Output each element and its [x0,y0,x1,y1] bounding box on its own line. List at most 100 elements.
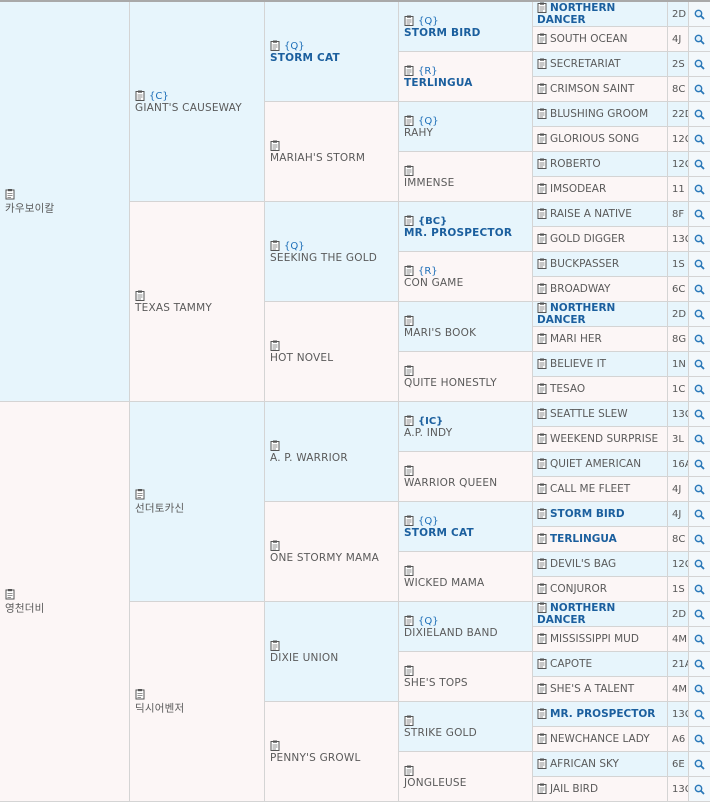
clipboard-icon[interactable] [537,733,547,744]
pedigree-cell-gen4[interactable]: {Q} STORM CAT [399,502,533,552]
clipboard-icon[interactable] [135,488,145,499]
clipboard-icon[interactable] [404,765,414,776]
horse-name[interactable]: DEVIL'S BAG [550,558,616,570]
pedigree-cell-gen5[interactable]: IMSODEAR [533,177,668,202]
pedigree-cell-gen5[interactable]: TESAO [533,377,668,402]
horse-name[interactable]: NORTHERN DANCER [537,302,615,326]
horse-name[interactable]: SOUTH OCEAN [550,33,628,45]
horse-name[interactable]: SEATTLE SLEW [550,408,628,420]
pedigree-cell-gen5[interactable]: CRIMSON SAINT [533,77,668,102]
horse-name[interactable]: STORM BIRD [550,508,625,520]
pedigree-cell-gen5[interactable]: NORTHERN DANCER [533,302,668,327]
pedigree-cell-gen4[interactable]: {R} TERLINGUA [399,52,533,102]
pedigree-cell-gen3[interactable]: A. P. WARRIOR [265,402,399,502]
horse-name[interactable]: RAISE A NATIVE [550,208,632,220]
pedigree-cell-gen5[interactable]: TERLINGUA [533,527,668,552]
pedigree-cell-gen4[interactable]: JONGLEUSE [399,752,533,802]
clipboard-icon[interactable] [537,258,547,269]
pedigree-cell-gen5[interactable]: CALL ME FLEET [533,477,668,502]
horse-name[interactable]: ONE STORMY MAMA [270,552,396,564]
clipboard-icon[interactable] [270,540,280,551]
horse-name[interactable]: TEXAS TAMMY [135,302,262,314]
clipboard-icon[interactable] [537,358,547,369]
horse-name[interactable]: MISSISSIPPI MUD [550,633,639,645]
pedigree-cell-gen5[interactable]: BLUSHING GROOM [533,102,668,127]
pedigree-cell-gen5[interactable]: BROADWAY [533,277,668,302]
clipboard-icon[interactable] [537,133,547,144]
clipboard-icon[interactable] [135,90,145,101]
magnifier-icon[interactable] [689,577,710,602]
magnifier-icon[interactable] [689,427,710,452]
clipboard-icon[interactable] [537,208,547,219]
pedigree-cell-gen5[interactable]: RAISE A NATIVE [533,202,668,227]
horse-name[interactable]: PENNY'S GROWL [270,752,396,764]
horse-name[interactable]: 영천더비 [5,600,127,615]
magnifier-icon[interactable] [689,452,710,477]
horse-name[interactable]: CON GAME [404,277,530,289]
horse-name[interactable]: WICKED MAMA [404,577,530,589]
pedigree-cell-gen5[interactable]: MR. PROSPECTOR [533,702,668,727]
horse-name[interactable]: STORM CAT [270,52,396,64]
clipboard-icon[interactable] [270,40,280,51]
magnifier-icon[interactable] [689,377,710,402]
magnifier-icon[interactable] [689,527,710,552]
clipboard-icon[interactable] [404,615,414,626]
magnifier-icon[interactable] [689,152,710,177]
magnifier-icon[interactable] [689,652,710,677]
clipboard-icon[interactable] [404,65,414,76]
clipboard-icon[interactable] [404,215,414,226]
magnifier-icon[interactable] [689,702,710,727]
horse-name[interactable]: TESAO [550,383,585,395]
pedigree-cell-gen5[interactable]: DEVIL'S BAG [533,552,668,577]
clipboard-icon[interactable] [537,633,547,644]
magnifier-icon[interactable] [689,227,710,252]
clipboard-icon[interactable] [404,365,414,376]
magnifier-icon[interactable] [689,477,710,502]
pedigree-cell-gen4[interactable]: {BC} MR. PROSPECTOR [399,202,533,252]
clipboard-icon[interactable] [537,583,547,594]
horse-name[interactable]: RAHY [404,127,530,139]
horse-name[interactable]: CAPOTE [550,658,592,670]
horse-name[interactable]: TERLINGUA [404,77,530,89]
pedigree-cell-gen3[interactable]: PENNY'S GROWL [265,702,399,802]
horse-name[interactable]: SHE'S A TALENT [550,683,634,695]
pedigree-cell-gen3[interactable]: MARIAH'S STORM [265,102,399,202]
horse-name[interactable]: DIXIELAND BAND [404,627,530,639]
clipboard-icon[interactable] [537,383,547,394]
clipboard-icon[interactable] [537,233,547,244]
pedigree-cell-gen1[interactable]: 영천더비 [0,402,130,802]
horse-name[interactable]: JONGLEUSE [404,777,530,789]
clipboard-icon[interactable] [404,115,414,126]
horse-name[interactable]: NORTHERN DANCER [537,2,615,26]
clipboard-icon[interactable] [404,465,414,476]
horse-name[interactable]: 선더토카신 [135,500,262,515]
clipboard-icon[interactable] [537,83,547,94]
clipboard-icon[interactable] [537,508,547,519]
pedigree-cell-gen3[interactable]: {Q} SEEKING THE GOLD [265,202,399,302]
magnifier-icon[interactable] [689,302,710,327]
pedigree-cell-gen5[interactable]: NEWCHANCE LADY [533,727,668,752]
pedigree-cell-gen3[interactable]: ONE STORMY MAMA [265,502,399,602]
horse-name[interactable]: GLORIOUS SONG [550,133,639,145]
clipboard-icon[interactable] [537,183,547,194]
clipboard-icon[interactable] [404,565,414,576]
pedigree-cell-gen5[interactable]: SECRETARIAT [533,52,668,77]
horse-name[interactable]: A. P. WARRIOR [270,452,396,464]
magnifier-icon[interactable] [689,27,710,52]
horse-name[interactable]: SHE'S TOPS [404,677,530,689]
magnifier-icon[interactable] [689,202,710,227]
clipboard-icon[interactable] [537,758,547,769]
pedigree-cell-gen3[interactable]: {Q} STORM CAT [265,2,399,102]
horse-name[interactable]: CRIMSON SAINT [550,83,634,95]
clipboard-icon[interactable] [537,58,547,69]
magnifier-icon[interactable] [689,77,710,102]
pedigree-cell-gen5[interactable]: GLORIOUS SONG [533,127,668,152]
magnifier-icon[interactable] [689,252,710,277]
clipboard-icon[interactable] [404,265,414,276]
clipboard-icon[interactable] [5,588,15,599]
magnifier-icon[interactable] [689,602,710,627]
pedigree-cell-gen4[interactable]: IMMENSE [399,152,533,202]
clipboard-icon[interactable] [537,658,547,669]
pedigree-cell-gen5[interactable]: MARI HER [533,327,668,352]
clipboard-icon[interactable] [537,408,547,419]
